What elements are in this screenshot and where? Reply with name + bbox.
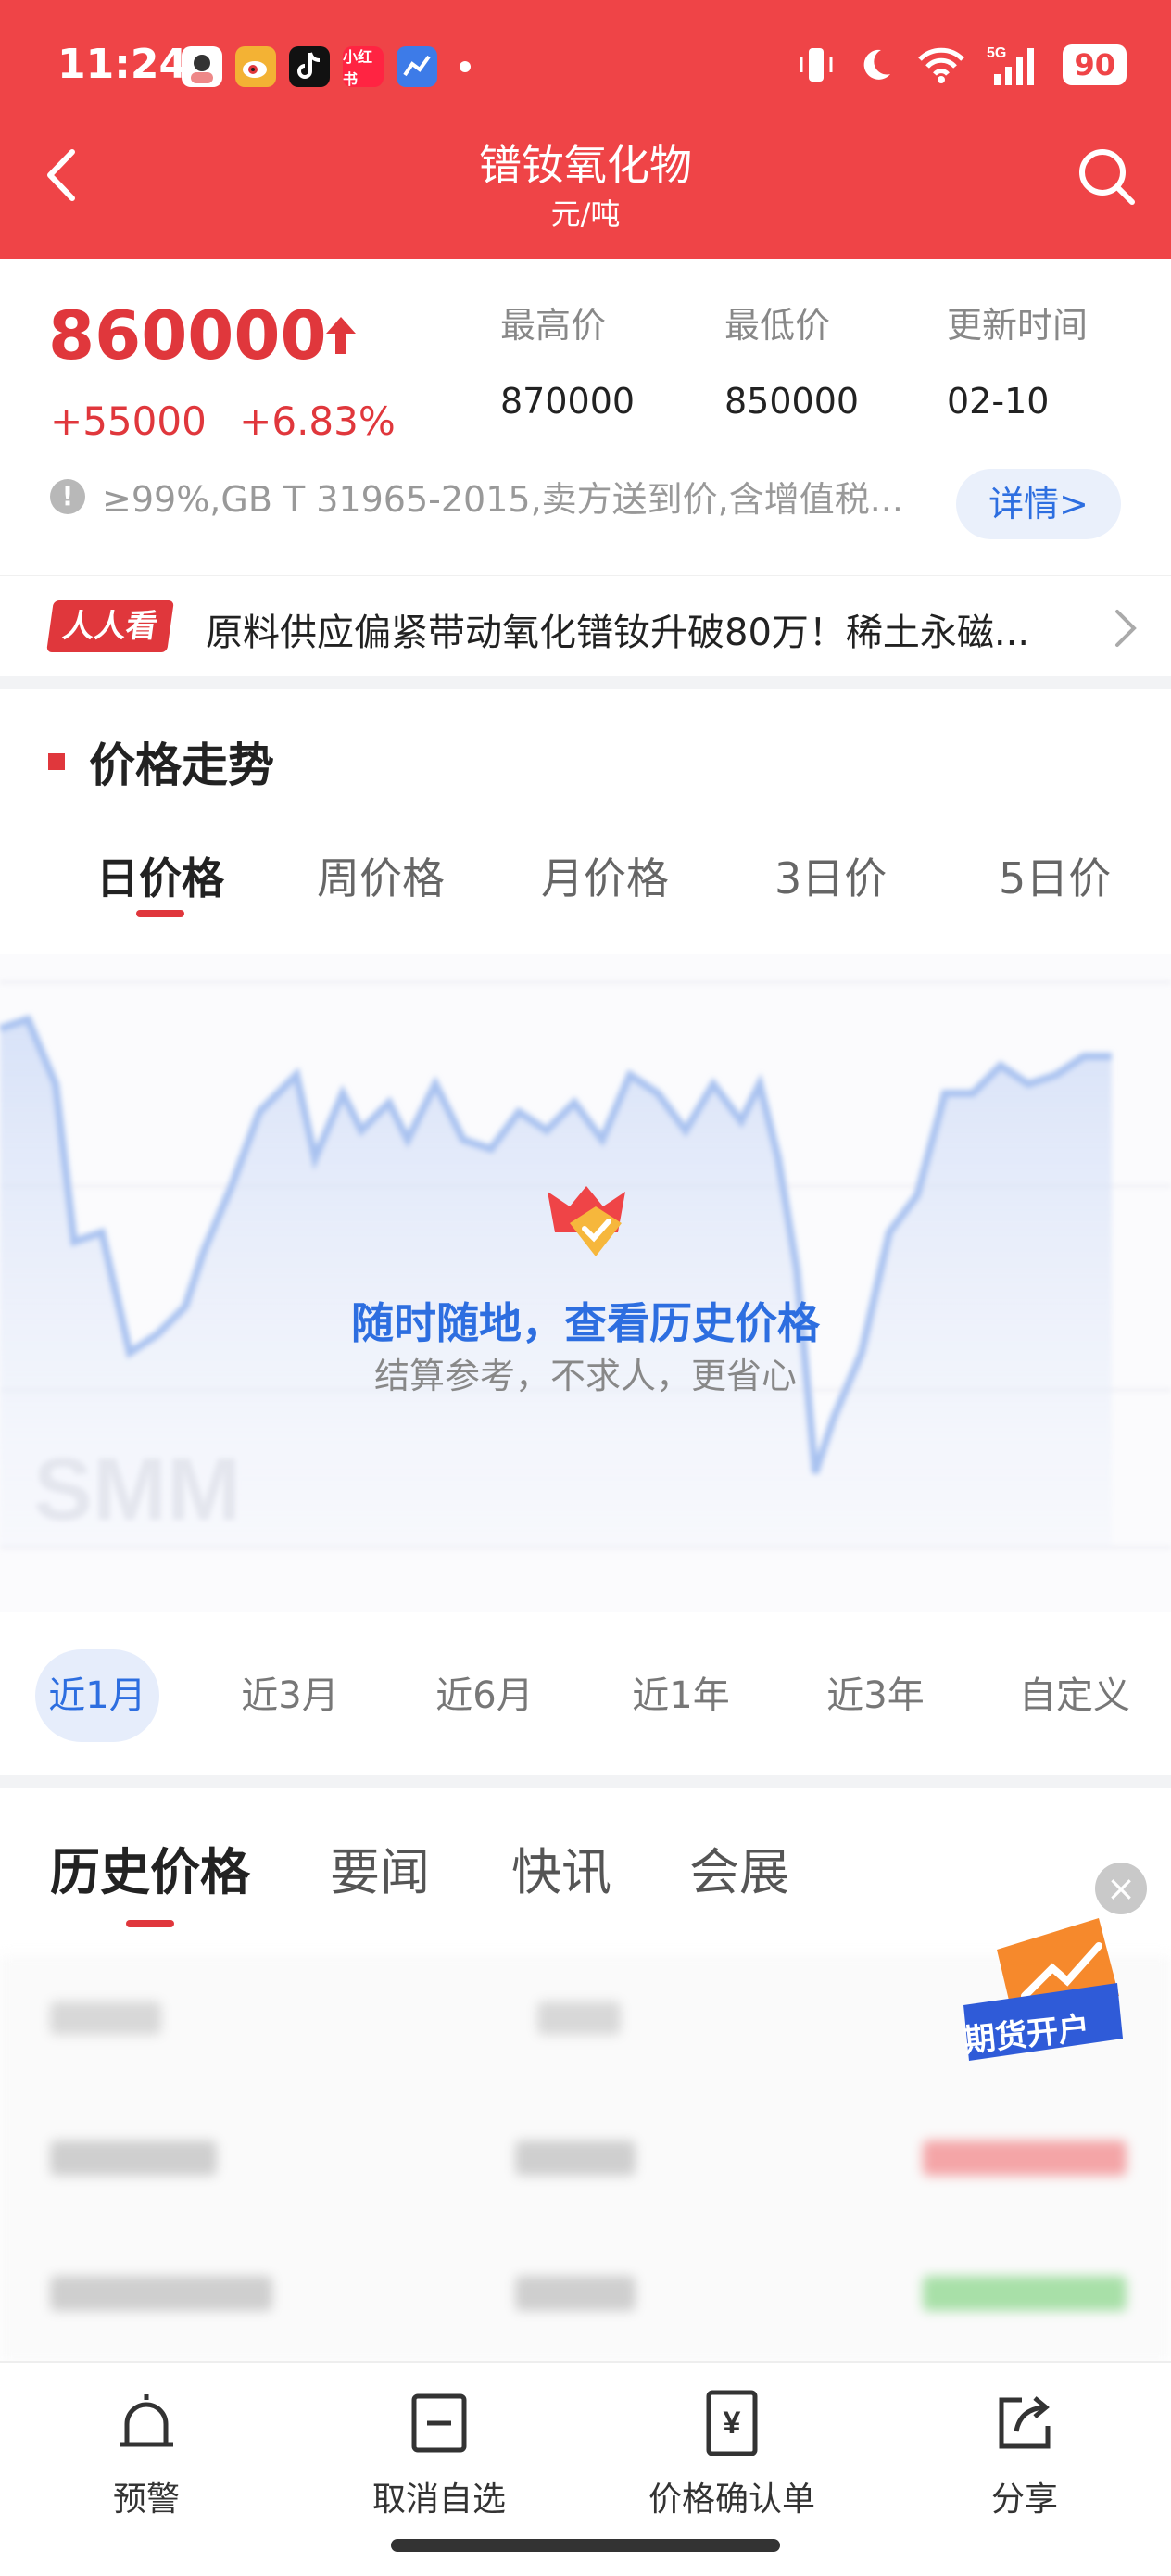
- map-app-icon: [397, 46, 437, 87]
- home-indicator[interactable]: [391, 2539, 780, 2552]
- smm-logo-icon: [548, 1186, 625, 1256]
- price-summary: 860000 +55000 +6.83% 最高价 870000 最低价 8500…: [0, 259, 1171, 575]
- share-label: 分享: [990, 2481, 1058, 2519]
- change-absolute: +55000: [50, 398, 207, 444]
- news-tag: 人人看: [46, 600, 174, 652]
- page-unit: 元/吨: [550, 196, 621, 232]
- share-button[interactable]: 分享: [913, 2389, 1136, 2520]
- divider: [0, 676, 1171, 689]
- history-promo-title[interactable]: 随时随地，查看历史价格: [0, 1290, 1171, 1351]
- high-price-label: 最高价: [500, 305, 607, 346]
- share-icon: [999, 2396, 1051, 2449]
- alert-label: 预警: [112, 2481, 180, 2519]
- close-ad-icon[interactable]: ×: [1095, 1863, 1147, 1914]
- page-title: 镨钕氧化物: [479, 140, 692, 190]
- svg-text:5G: 5G: [987, 45, 1006, 61]
- news-ticker[interactable]: 人人看 原料供应偏紧带动氧化镨钕升破80万！稀土永磁...: [0, 575, 1171, 676]
- active-tab-indicator: [136, 910, 184, 917]
- change-percent: +6.83%: [239, 398, 396, 444]
- svg-text:SMM: SMM: [33, 1440, 241, 1539]
- range-3-months[interactable]: 近3月: [228, 1649, 352, 1742]
- divider: [0, 1775, 1171, 1788]
- remove-watchlist-label: 取消自选: [371, 2481, 506, 2519]
- range-custom[interactable]: 自定义: [1006, 1649, 1143, 1742]
- current-price: 860000: [48, 297, 327, 374]
- notification-icons: 小红书: [182, 46, 471, 88]
- spec-note: ! ≥99%,GB T 31965-2015,卖方送到价,含增值税...: [50, 471, 903, 522]
- search-icon[interactable]: [1073, 143, 1140, 209]
- alert-button[interactable]: 预警: [35, 2389, 258, 2520]
- dnd-moon-icon: [864, 49, 891, 80]
- alarm-bell-icon: [120, 2394, 173, 2447]
- status-bar: 11:24 小红书 5G 90: [0, 37, 1171, 102]
- price-confirmation-label: 价格确认单: [648, 2481, 815, 2519]
- range-1-month[interactable]: 近1月: [35, 1649, 159, 1742]
- update-time-label: 更新时间: [947, 305, 1089, 346]
- price-chart-locked[interactable]: SMM 随时随地，查看历史价格 结算参考，不求人，更省心: [0, 954, 1171, 1612]
- news-headline[interactable]: 原料供应偏紧带动氧化镨钕升破80万！稀土永磁...: [206, 602, 1077, 656]
- tab-flash[interactable]: 快讯: [511, 1831, 611, 1904]
- table-row: [0, 2094, 1171, 2224]
- remove-favorite-icon: [411, 2393, 467, 2453]
- tab-5day-price[interactable]: 5日价: [999, 845, 1111, 906]
- info-icon: !: [50, 478, 85, 514]
- status-time: 11:24: [57, 41, 188, 88]
- low-price-stat: 最低价 850000: [724, 297, 859, 422]
- portrait-app-icon: [182, 46, 222, 87]
- period-tabs: 日价格 周价格 月价格 3日价 5日价: [0, 834, 1171, 927]
- section-marker: [48, 753, 65, 770]
- remove-watchlist-button[interactable]: 取消自选: [328, 2389, 550, 2520]
- tab-3day-price[interactable]: 3日价: [774, 845, 887, 906]
- update-time-stat: 更新时间 02-10: [947, 297, 1088, 422]
- vibrate-icon: [800, 48, 833, 82]
- low-price-label: 最低价: [724, 305, 831, 346]
- tab-label: 日价格: [96, 853, 224, 903]
- low-price-value: 850000: [724, 381, 860, 422]
- price-change: +55000 +6.83%: [50, 398, 416, 444]
- high-price-stat: 最高价 870000: [500, 297, 635, 422]
- wifi-icon: [918, 47, 965, 83]
- active-tab-indicator: [126, 1920, 174, 1927]
- tab-exhibitions[interactable]: 会展: [689, 1831, 789, 1904]
- tab-monthly-price[interactable]: 月价格: [541, 845, 669, 906]
- yuan-document-icon: ¥: [706, 2390, 758, 2456]
- tab-news[interactable]: 要闻: [330, 1831, 430, 1904]
- range-tabs: 近1月 近3月 近6月 近1年 近3年 自定义: [0, 1649, 1171, 1742]
- spec-note-text: ≥99%,GB T 31965-2015,卖方送到价,含增值税...: [102, 479, 903, 520]
- tab-daily-price[interactable]: 日价格: [96, 845, 224, 917]
- table-row: [0, 2229, 1171, 2359]
- blurred-price-chart: SMM: [0, 981, 1171, 1548]
- battery-indicator: 90: [1063, 44, 1127, 85]
- update-time-value: 02-10: [947, 381, 1050, 422]
- top-nav: 镨钕氧化物 元/吨: [0, 120, 1171, 241]
- signal-5g-icon: 5G: [987, 45, 1035, 85]
- chevron-right-icon[interactable]: [1106, 606, 1143, 650]
- detail-button[interactable]: 详情>: [956, 469, 1121, 539]
- price-up-arrow-icon: [326, 317, 356, 354]
- range-6-months[interactable]: 近6月: [422, 1649, 547, 1742]
- tab-weekly-price[interactable]: 周价格: [317, 845, 445, 906]
- system-icons: 5G 90: [798, 43, 1127, 87]
- tiktok-icon: [289, 46, 330, 87]
- svg-text:¥: ¥: [724, 2406, 741, 2441]
- high-price-value: 870000: [500, 381, 636, 422]
- trend-section-title: 价格走势: [48, 728, 274, 795]
- tab-history-price[interactable]: 历史价格: [50, 1831, 250, 1927]
- range-1-year[interactable]: 近1年: [619, 1649, 743, 1742]
- range-3-years[interactable]: 近3年: [813, 1649, 938, 1742]
- trend-title-text: 价格走势: [89, 739, 274, 792]
- xiaohongshu-icon: 小红书: [343, 46, 384, 88]
- price-confirmation-button[interactable]: ¥ 价格确认单: [621, 2389, 843, 2520]
- more-notifications-dot: [460, 61, 471, 72]
- history-promo-subtitle: 结算参考，不求人，更省心: [373, 1356, 797, 1396]
- tab-label: 历史价格: [50, 1843, 250, 1901]
- weibo-icon: [235, 46, 276, 87]
